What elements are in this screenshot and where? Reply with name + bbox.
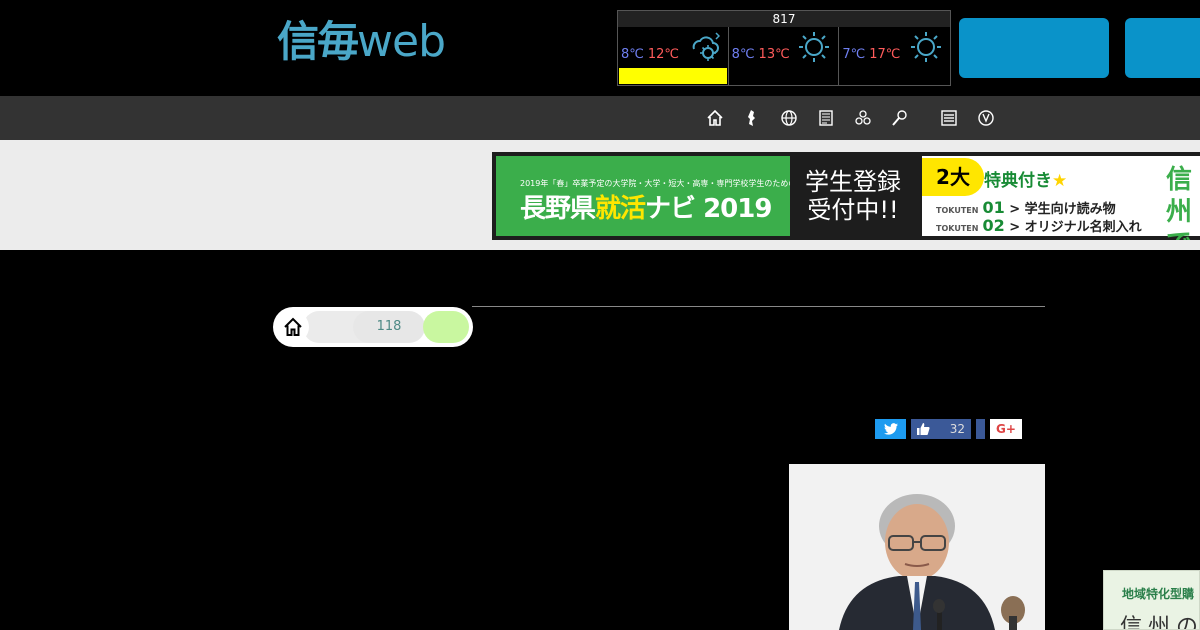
temp-max: 17℃ [869,47,901,62]
banner-reg-line2: 受付中!! [807,196,899,224]
sun-icon [911,32,942,62]
thumbs-up-icon [917,423,930,435]
job-navi-banner[interactable]: 2019年「春」卒業予定の大学院・大学・短大・高専・専門学校学生のための 長野県… [492,152,1200,240]
tokuten-label: TOKUTEN [936,206,979,215]
star-icon: ★ [1052,171,1068,191]
nagano-map-icon[interactable] [741,107,763,129]
benefit-badge: 2大 [922,158,984,196]
banner-green-panel: 2019年「春」卒業予定の大学院・大学・短大・高専・専門学校学生のための 長野県… [496,156,790,236]
cloudy-sun-icon [692,32,720,61]
temp-min: 8℃ [621,47,644,62]
banner-title-part2: 就活 [595,194,646,224]
banner-registration: 学生登録 受付中!! [790,156,916,236]
facebook-share-button[interactable] [976,419,985,439]
weather-day-3[interactable]: 7℃ 17℃ [839,27,950,85]
header-button-1[interactable] [959,18,1109,78]
weather-day-2[interactable]: 8℃ 13℃ [729,27,840,85]
logo-web: web [357,16,446,67]
temp-max: 13℃ [758,47,790,62]
tokuten-text: > 学生向け読み物 [1009,202,1116,217]
twitter-icon [883,423,898,435]
side-ad-line2: 信州の [1120,615,1200,630]
banner-title-part3: ナビ 2019 [645,194,772,224]
facebook-like-count: 32 [949,422,965,436]
site-logo[interactable]: 信毎 web [277,16,446,68]
weather-widget[interactable]: 817 8℃ 12℃ 8℃ 13℃ 7℃ 17℃ [617,10,951,86]
home-icon[interactable] [704,107,726,129]
side-ad[interactable]: 地域特化型購 信州の [1103,570,1200,630]
tokuten-label: TOKUTEN [936,224,979,233]
weather-day-1[interactable]: 8℃ 12℃ [618,27,729,85]
page: 信毎 web 817 8℃ 12℃ 8℃ 13℃ 7℃ 17℃ 2019年「春」… [0,0,1200,630]
banner-reg-line1: 学生登録 [805,168,901,196]
article-photo[interactable] [789,464,1045,630]
weather-temps: 8℃ 13℃ [732,47,790,62]
community-icon[interactable] [852,107,874,129]
logo-kanji: 信毎 [277,17,359,66]
twitter-share-button[interactable] [875,419,906,439]
tokuten-text: > オリジナル名刺入れ [1009,220,1142,235]
weather-temps: 7℃ 17℃ [842,47,900,62]
menu-list-icon[interactable] [938,107,960,129]
tokuten-number: 02 [982,216,1005,235]
breadcrumb-home[interactable] [277,311,309,343]
weather-rain-bar [619,68,727,84]
breadcrumb: 118 [273,307,473,347]
weather-temps: 8℃ 12℃ [621,47,679,62]
banner-title-part1: 長野県 [520,194,596,224]
temp-max: 12℃ [647,47,680,62]
google-plus-button[interactable]: G+ [990,419,1022,439]
benefit-line-2: TOKUTEN 02 > オリジナル名刺入れ [936,216,1142,235]
globe-icon[interactable] [778,107,800,129]
main-nav [0,96,1200,140]
benefit-title: 特典付き★ [984,166,1067,191]
temp-min: 7℃ [842,47,866,62]
banner-benefits: 2大 特典付き★ TOKUTEN 01 > 学生向け読み物 TOKUTEN 02 >… [922,156,1200,240]
sports-icon[interactable] [889,107,911,129]
recycle-icon[interactable] [975,107,997,129]
banner-work-text: 信州で働く!! [1166,165,1193,240]
temp-min: 8℃ [731,47,755,62]
breadcrumb-count[interactable]: 118 [353,311,425,343]
side-ad-line1: 地域特化型購 [1122,587,1195,601]
header-button-2[interactable] [1125,18,1200,78]
speaker-photo [789,464,1045,630]
sun-icon [799,32,830,62]
section-divider [472,306,1045,307]
benefit-title-text: 特典付き [984,171,1052,191]
facebook-like-button[interactable]: 32 [911,419,971,439]
breadcrumb-current [423,311,469,343]
newspaper-icon[interactable] [815,107,837,129]
benefit-line-1: TOKUTEN 01 > 学生向け読み物 [936,198,1116,217]
weather-header-number: 817 [618,11,950,27]
tokuten-number: 01 [982,198,1005,217]
banner-main-title: 長野県就活ナビ 2019 [520,188,772,225]
home-icon [284,317,302,336]
